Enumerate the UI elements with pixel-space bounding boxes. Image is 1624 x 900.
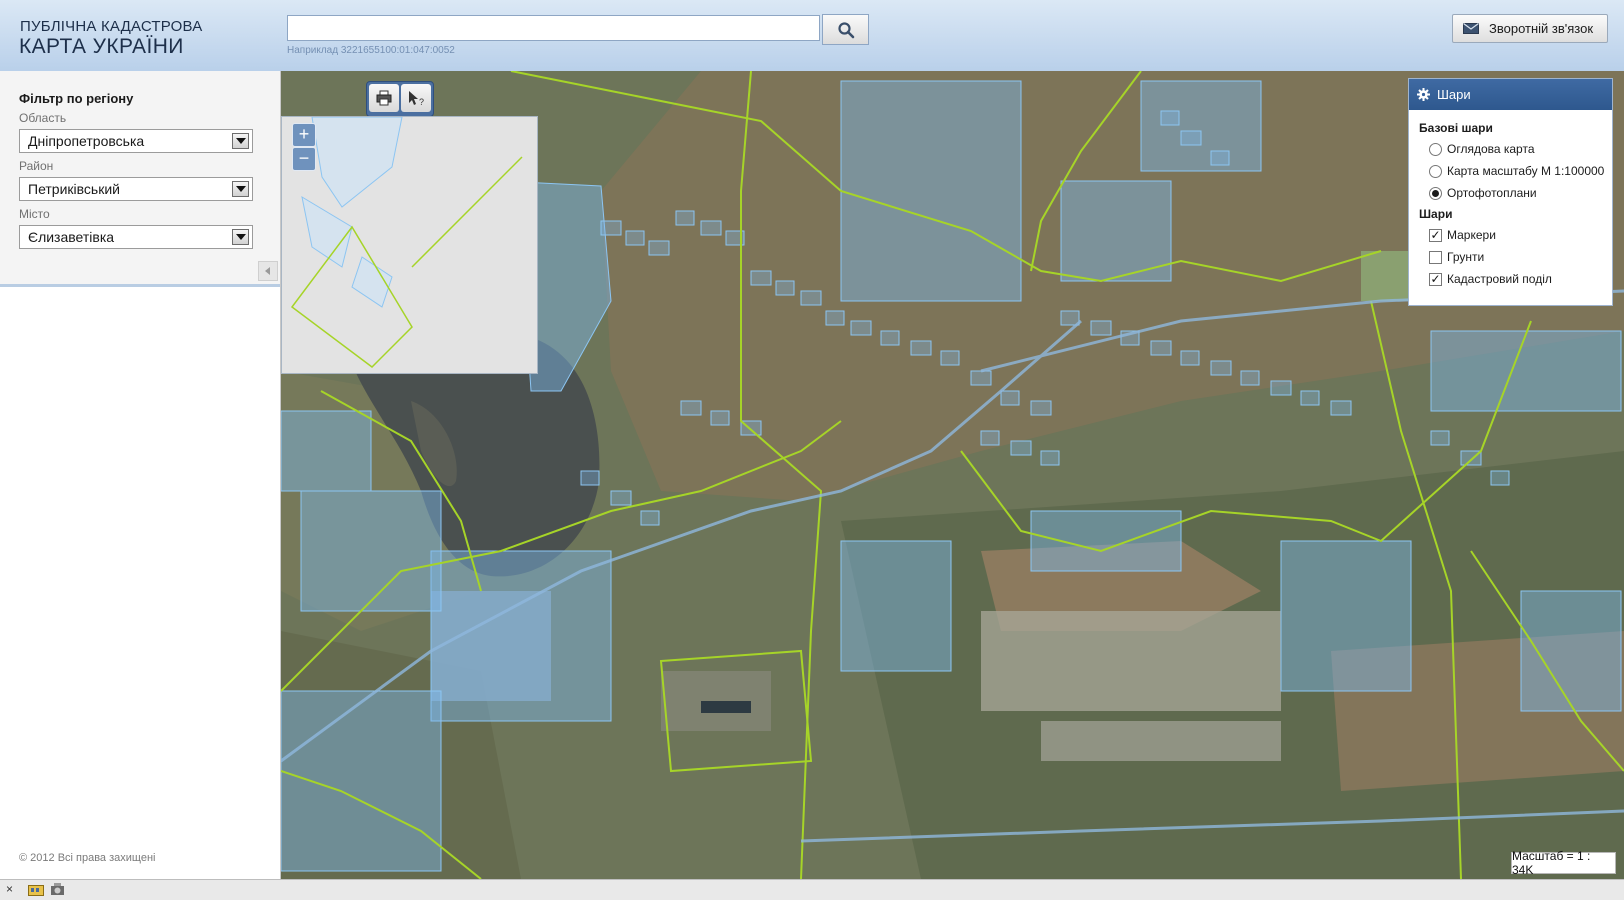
region-filter-panel: Фільтр по регіону Область Дніпропетровсь… [0, 71, 280, 287]
layers-panel-header[interactable]: Шари [1409, 79, 1612, 110]
city-value: Єлизаветівка [28, 229, 115, 245]
search-hint: Наприклад 3221655100:01:047:0052 [287, 45, 455, 56]
logo-line-2: КАРТА УКРАЇНИ [19, 35, 184, 58]
base-layer-label: Ортофотоплани [1447, 186, 1537, 200]
feedback-button[interactable]: Зворотній зв'язок [1452, 14, 1608, 43]
city-label: Місто [19, 207, 50, 221]
base-layer-overview[interactable]: Оглядова карта [1429, 142, 1535, 156]
collapse-sidebar-button[interactable] [258, 261, 278, 281]
checkbox-checked[interactable]: ✓ [1429, 272, 1442, 286]
city-select[interactable]: Єлизаветівка [19, 225, 253, 249]
base-layer-label: Оглядова карта [1447, 142, 1535, 156]
overview-map-image [282, 116, 537, 373]
base-layers-title: Базові шари [1419, 121, 1493, 135]
region-label: Область [19, 111, 67, 125]
region-value: Дніпропетровська [28, 133, 145, 149]
layer-label: Грунти [1447, 250, 1485, 264]
status-bar: × [0, 879, 1624, 900]
layers-title: Шари [1419, 207, 1453, 221]
radio-button-selected[interactable] [1429, 186, 1442, 200]
radio-button[interactable] [1429, 142, 1442, 156]
base-layer-100000[interactable]: Карта масштабу М 1:100000 [1429, 164, 1604, 178]
envelope-icon [1463, 23, 1479, 34]
filter-title: Фільтр по регіону [19, 91, 134, 106]
header: ПУБЛІЧНА КАДАСТРОВА КАРТА УКРАЇНИ Наприк… [0, 0, 1624, 72]
search-button[interactable] [822, 14, 869, 45]
layers-panel-title: Шари [1437, 87, 1471, 102]
map-toolbar: ? [366, 81, 434, 117]
sidebar: Фільтр по регіону Область Дніпропетровсь… [0, 71, 281, 879]
search-icon [837, 21, 854, 38]
district-label: Район [19, 159, 54, 173]
checkbox[interactable] [1429, 250, 1442, 264]
zoom-in-button[interactable]: + [292, 123, 316, 147]
district-select[interactable]: Петриківський [19, 177, 253, 201]
logo-line-1: ПУБЛІЧНА КАДАСТРОВА [20, 18, 203, 35]
layer-label: Кадастровий поділ [1447, 272, 1552, 286]
print-icon [376, 90, 392, 106]
map-view[interactable]: ? + − Шари Базові шари Оглядова карта Ка… [281, 71, 1624, 879]
close-icon[interactable]: × [6, 883, 13, 896]
checkbox-checked[interactable]: ✓ [1429, 228, 1442, 242]
zoom-out-button[interactable]: − [292, 147, 316, 171]
layer-cadastral[interactable]: ✓ Кадастровий поділ [1429, 272, 1552, 286]
svg-text:?: ? [419, 97, 424, 106]
copyright: © 2012 Всі права захищені [19, 852, 156, 864]
chevron-down-icon[interactable] [232, 229, 249, 245]
layer-markers[interactable]: ✓ Маркери [1429, 228, 1496, 242]
base-layer-orthophoto[interactable]: Ортофотоплани [1429, 186, 1537, 200]
gear-icon [1417, 88, 1430, 101]
layer-label: Маркери [1447, 228, 1496, 242]
scale-indicator: Масштаб = 1 : 34K [1511, 849, 1616, 877]
search-input[interactable] [287, 15, 820, 41]
region-select[interactable]: Дніпропетровська [19, 129, 253, 153]
toolbar-folder-icon[interactable] [28, 883, 44, 896]
identify-button[interactable]: ? [401, 84, 431, 112]
radio-button[interactable] [1429, 164, 1442, 178]
print-button[interactable] [369, 84, 399, 112]
district-value: Петриківський [28, 181, 120, 197]
chevron-down-icon[interactable] [232, 133, 249, 149]
layers-panel: Шари Базові шари Оглядова карта Карта ма… [1408, 78, 1613, 306]
chevron-down-icon[interactable] [232, 181, 249, 197]
feedback-label: Зворотній зв'язок [1489, 21, 1594, 36]
overview-map[interactable]: + − [281, 116, 538, 374]
layer-soils[interactable]: Грунти [1429, 250, 1484, 264]
base-layer-label: Карта масштабу М 1:100000 [1447, 164, 1605, 178]
identify-cursor-icon: ? [409, 91, 424, 106]
toolbar-settings-icon[interactable] [50, 883, 65, 896]
